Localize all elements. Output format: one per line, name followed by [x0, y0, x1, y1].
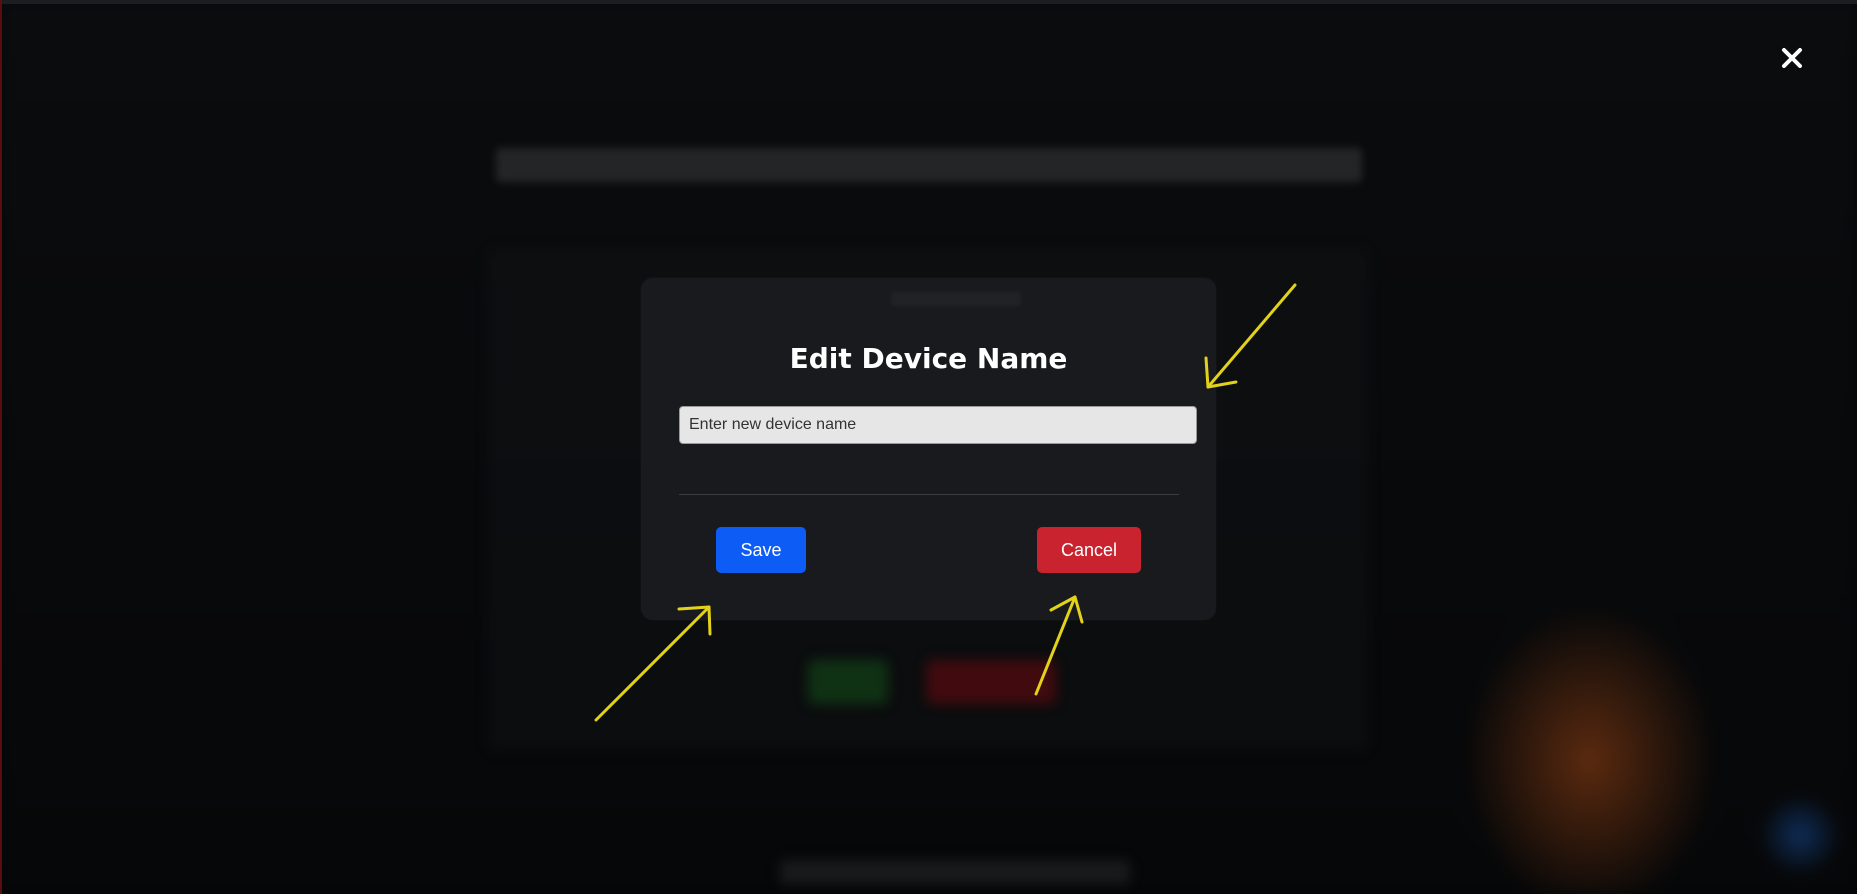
background-footer — [780, 860, 1130, 884]
close-icon — [1782, 48, 1802, 68]
edit-device-name-dialog: Edit Device Name Save Cancel — [641, 278, 1216, 620]
modal-ghost-text — [891, 292, 1021, 306]
dialog-title-wrap: Edit Device Name — [641, 342, 1216, 375]
dialog-divider — [679, 494, 1179, 495]
cancel-button[interactable]: Cancel — [1037, 527, 1141, 573]
background-top-bar — [0, 0, 1857, 4]
dialog-title: Edit Device Name — [789, 342, 1068, 375]
device-name-input[interactable] — [679, 406, 1197, 444]
background-red-button — [926, 660, 1056, 704]
background-green-button — [808, 660, 888, 704]
background-search-bar — [496, 148, 1362, 182]
close-overlay-button[interactable] — [1778, 44, 1806, 72]
save-button[interactable]: Save — [716, 527, 806, 573]
background-left-edge — [0, 0, 2, 894]
